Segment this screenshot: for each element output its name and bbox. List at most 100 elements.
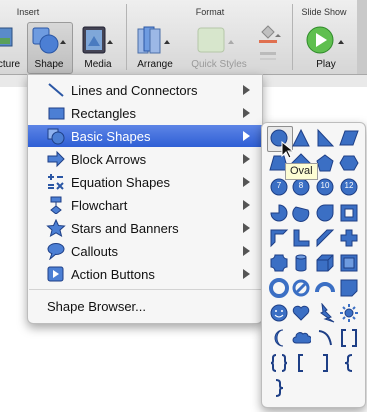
- action-button-icon: [47, 266, 64, 282]
- fill-color-icon[interactable]: [256, 22, 284, 70]
- shape-number: 7: [276, 181, 282, 190]
- moon-shape-icon[interactable]: [269, 328, 289, 348]
- media-button[interactable]: Media: [76, 20, 120, 72]
- frame-shape-icon[interactable]: [339, 203, 359, 223]
- plus-shape-icon[interactable]: [339, 228, 359, 248]
- mouse-pointer-icon: [281, 141, 295, 159]
- picture-button[interactable]: cture: [0, 20, 24, 72]
- arrange-icon: [137, 26, 170, 54]
- menu-item-label: Callouts: [71, 244, 118, 259]
- shape-button[interactable]: Shape: [27, 20, 71, 72]
- dodecagon-shape-icon[interactable]: 12: [339, 177, 359, 197]
- menu-item-stars-and-banners[interactable]: Stars and Banners: [28, 217, 262, 239]
- group-label-format: Format: [195, 7, 225, 17]
- submenu-arrow-icon: [243, 246, 250, 256]
- teardrop-shape-icon[interactable]: [315, 203, 335, 223]
- submenu-arrow-icon: [243, 269, 250, 279]
- group-label-insert: Insert: [16, 7, 40, 17]
- pie-shape-icon[interactable]: [269, 203, 289, 223]
- donut-shape-icon[interactable]: [269, 278, 289, 298]
- menu-item-basic-shapes[interactable]: Basic Shapes: [28, 125, 262, 147]
- play-icon: [306, 26, 344, 54]
- cloud-shape-icon[interactable]: [291, 328, 311, 348]
- folded-corner-shape-icon[interactable]: [339, 278, 359, 298]
- block-arc-shape-icon[interactable]: [315, 278, 335, 298]
- play-label: Play: [316, 59, 336, 70]
- no-symbol-shape-icon[interactable]: [291, 278, 311, 298]
- submenu-arrow-icon: [243, 131, 250, 141]
- can-shape-icon[interactable]: [291, 253, 311, 273]
- shape-number: 8: [298, 181, 304, 190]
- arrange-button[interactable]: Arrange: [132, 20, 178, 72]
- play-button[interactable]: Play: [303, 20, 349, 72]
- lightning-bolt-shape-icon[interactable]: [315, 303, 335, 323]
- shape-number: 12: [344, 181, 354, 190]
- picture-icon: [0, 27, 13, 47]
- plaque-shape-icon[interactable]: [269, 253, 289, 273]
- menu-item-lines-and-connectors[interactable]: Lines and Connectors: [28, 79, 262, 101]
- submenu-arrow-icon: [243, 154, 250, 164]
- pentagon-shape-icon[interactable]: [315, 153, 335, 173]
- chord-shape-icon[interactable]: [291, 203, 311, 223]
- flowchart-icon: [50, 196, 62, 214]
- left-brace-shape-icon[interactable]: [339, 353, 359, 373]
- menu-item-label: Block Arrows: [71, 152, 147, 167]
- quick-styles-label: Quick Styles: [191, 59, 247, 70]
- parallelogram-shape-icon[interactable]: [339, 128, 359, 148]
- submenu-arrow-icon: [243, 223, 250, 233]
- bevel-shape-icon[interactable]: [339, 253, 359, 273]
- octagon-shape-icon[interactable]: 8: [291, 177, 311, 197]
- left-bracket-shape-icon[interactable]: [291, 353, 311, 373]
- menu-item-label: Rectangles: [71, 106, 137, 121]
- callout-icon: [47, 243, 65, 260]
- menu-divider: [29, 289, 261, 290]
- double-bracket-shape-icon[interactable]: [339, 328, 359, 348]
- menu-item-label: Action Buttons: [71, 267, 155, 282]
- rectangle-icon: [48, 107, 65, 120]
- l-shape-icon[interactable]: [291, 228, 311, 248]
- media-icon: [82, 26, 113, 54]
- menu-item-label: Basic Shapes: [71, 129, 151, 144]
- submenu-arrow-icon: [243, 177, 250, 187]
- shape-number: 10: [320, 181, 330, 190]
- right-brace-shape-icon[interactable]: [269, 378, 289, 398]
- double-brace-shape-icon[interactable]: [269, 353, 289, 373]
- half-frame-shape-icon[interactable]: [269, 228, 289, 248]
- menu-item-action-buttons[interactable]: Action Buttons: [28, 263, 262, 285]
- arrange-label: Arrange: [137, 59, 173, 70]
- shape-tooltip: Oval: [285, 163, 318, 180]
- menu-item-equation-shapes[interactable]: Equation Shapes: [28, 171, 262, 193]
- arc-shape-icon[interactable]: [315, 328, 335, 348]
- menu-item-block-arrows[interactable]: Block Arrows: [28, 148, 262, 170]
- smiley-face-shape-icon[interactable]: [269, 303, 289, 323]
- quick-styles-button[interactable]: Quick Styles: [186, 20, 252, 72]
- cube-shape-icon[interactable]: [315, 253, 335, 273]
- ribbon: Insert Format Slide Show cture Shape Med…: [0, 0, 367, 75]
- menu-item-flowchart[interactable]: Flowchart: [28, 194, 262, 216]
- shape-label: Shape: [34, 59, 64, 70]
- picture-label: cture: [0, 59, 21, 70]
- heart-shape-icon[interactable]: [291, 303, 311, 323]
- right-bracket-shape-icon[interactable]: [315, 353, 335, 373]
- heptagon-shape-icon[interactable]: 7: [269, 177, 289, 197]
- shape-browser-item[interactable]: Shape Browser...: [47, 299, 146, 314]
- hexagon-shape-icon[interactable]: [339, 153, 359, 173]
- submenu-arrow-icon: [243, 108, 250, 118]
- menu-item-label: Equation Shapes: [71, 175, 171, 190]
- quick-styles-icon: [197, 27, 234, 53]
- menu-item-callouts[interactable]: Callouts: [28, 240, 262, 262]
- equation-icon: [48, 174, 64, 190]
- star-icon: [46, 219, 66, 237]
- shape-menu: Lines and Connectors Rectangles Basic Sh…: [27, 74, 263, 324]
- submenu-arrow-icon: [243, 85, 250, 95]
- menu-item-label: Flowchart: [71, 198, 128, 213]
- diagonal-stripe-shape-icon[interactable]: [315, 228, 335, 248]
- group-label-slide-show: Slide Show: [301, 7, 347, 17]
- right-triangle-shape-icon[interactable]: [315, 128, 335, 148]
- sun-shape-icon[interactable]: [339, 303, 359, 323]
- menu-item-rectangles[interactable]: Rectangles: [28, 102, 262, 124]
- group-divider: [126, 4, 127, 70]
- submenu-arrow-icon: [243, 200, 250, 210]
- shapes-icon: [32, 27, 66, 54]
- decagon-shape-icon[interactable]: 10: [315, 177, 335, 197]
